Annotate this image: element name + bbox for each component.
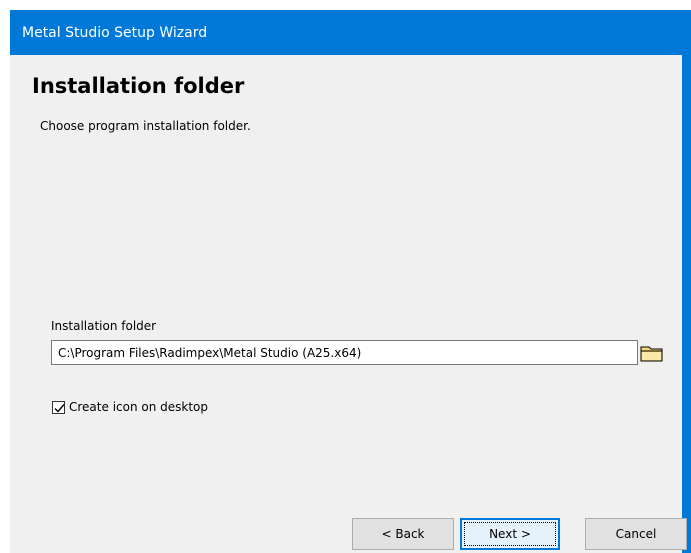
window-title: Metal Studio Setup Wizard — [22, 25, 208, 41]
install-folder-input[interactable] — [51, 340, 638, 365]
folder-icon — [640, 346, 663, 362]
browse-folder-button[interactable] — [639, 342, 665, 364]
back-button[interactable]: < Back — [352, 518, 454, 550]
setup-wizard-window: Metal Studio Setup Wizard Installation f… — [0, 0, 691, 553]
cancel-button[interactable]: Cancel — [585, 518, 687, 550]
checkmark-icon — [54, 403, 65, 413]
desktop-icon-option[interactable]: Create icon on desktop — [52, 398, 208, 416]
desktop-icon-label: Create icon on desktop — [69, 400, 209, 414]
title-bar: Metal Studio Setup Wizard — [10, 10, 691, 55]
next-button[interactable]: Next > — [460, 518, 560, 550]
page-title: Installation folder — [32, 74, 245, 98]
desktop-icon-checkbox[interactable] — [52, 400, 65, 414]
install-folder-label: Installation folder — [51, 319, 157, 333]
wizard-content: Installation folder Choose program insta… — [10, 55, 687, 553]
window-border — [682, 55, 691, 553]
page-subtitle: Choose program installation folder. — [40, 119, 251, 133]
